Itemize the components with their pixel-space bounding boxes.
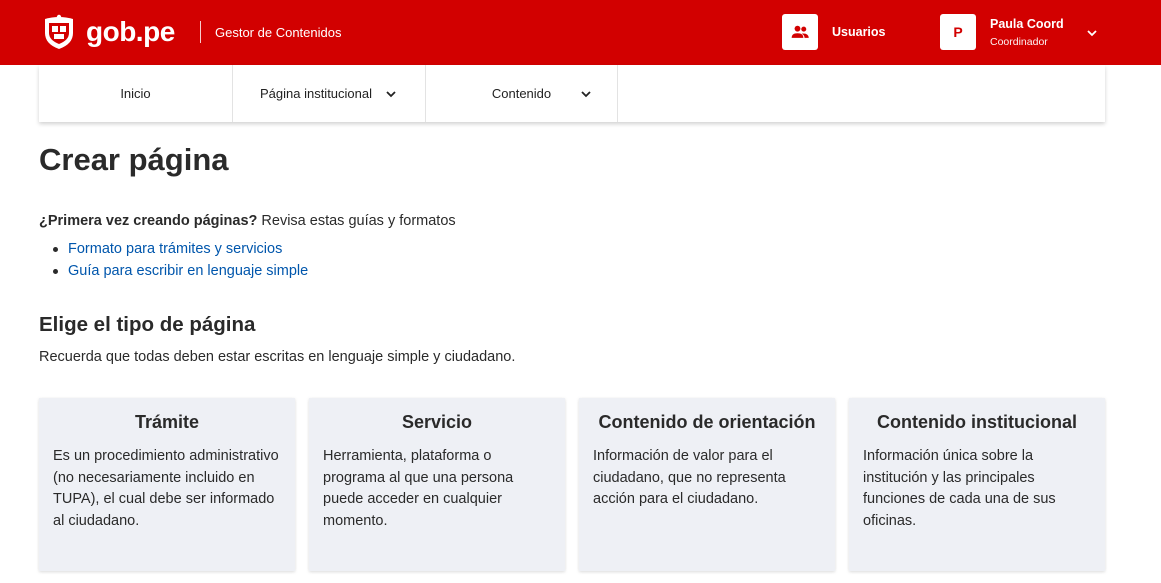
chevron-down-icon (581, 90, 591, 97)
link-formato-tramites[interactable]: Formato para trámites y servicios (68, 241, 282, 257)
app-name: Gestor de Contenidos (215, 25, 342, 40)
card-contenido-institucional[interactable]: Contenido institucional Información únic… (849, 398, 1105, 571)
people-icon (791, 25, 809, 38)
chevron-down-icon (386, 90, 396, 97)
user-name[interactable]: Paula Coord (990, 17, 1064, 31)
header-divider (200, 21, 201, 43)
card-title: Contenido institucional (877, 412, 1077, 432)
section-title: Elige el tipo de página (39, 313, 256, 336)
user-role: Coordinador (990, 36, 1048, 48)
intro-bold: ¿Primera vez creando páginas? (39, 213, 258, 229)
user-avatar[interactable]: P (940, 14, 976, 50)
page-title: Crear página (39, 142, 229, 177)
gobpe-logo[interactable]: gob.pe (40, 13, 175, 51)
list-item: Formato para trámites y servicios (53, 240, 308, 262)
nav-item-contenido[interactable]: Contenido (426, 65, 618, 122)
chevron-down-icon[interactable] (1085, 26, 1099, 40)
users-button[interactable] (782, 14, 818, 50)
intro-rest: Revisa estas guías y formatos (257, 213, 456, 229)
users-label[interactable]: Usuarios (832, 25, 886, 39)
top-header: gob.pe Gestor de Contenidos Usuarios P P… (0, 0, 1161, 65)
nav-item-label: Inicio (120, 86, 151, 101)
brand-name: gob.pe (86, 16, 175, 47)
nav-item-label: Contenido (491, 86, 552, 101)
card-title: Servicio (401, 412, 473, 432)
link-guia-lenguaje-simple[interactable]: Guía para escribir en lenguaje simple (68, 263, 308, 279)
peru-shield-icon (45, 14, 73, 49)
section-subtitle: Recuerda que todas deben estar escritas … (39, 349, 516, 365)
card-description: Herramienta, plataforma o programa al qu… (323, 448, 514, 529)
list-item: Guía para escribir en lenguaje simple (53, 262, 308, 284)
card-tramite[interactable]: Trámite Es un procedimiento administrati… (39, 398, 295, 571)
card-description: Es un procedimiento administrativo (no n… (53, 448, 279, 529)
card-description: Información de valor para el ciudadano, … (593, 448, 786, 507)
page-type-cards: Trámite Es un procedimiento administrati… (39, 398, 1105, 571)
main-nav: Inicio Página institucional Contenido (39, 65, 1105, 122)
guide-links: Formato para trámites y servicios Guía p… (53, 240, 308, 284)
nav-item-inicio[interactable]: Inicio (39, 65, 233, 122)
card-description: Información única sobre la institución y… (863, 448, 1056, 529)
nav-item-label: Página institucional (259, 86, 373, 101)
intro-text: ¿Primera vez creando páginas? Revisa est… (39, 213, 456, 229)
card-title: Trámite (134, 412, 200, 432)
nav-item-pagina-institucional[interactable]: Página institucional (233, 65, 426, 122)
card-title: Contenido de orientación (598, 412, 816, 432)
card-contenido-orientacion[interactable]: Contenido de orientación Información de … (579, 398, 835, 571)
card-servicio[interactable]: Servicio Herramienta, plataforma o progr… (309, 398, 565, 571)
